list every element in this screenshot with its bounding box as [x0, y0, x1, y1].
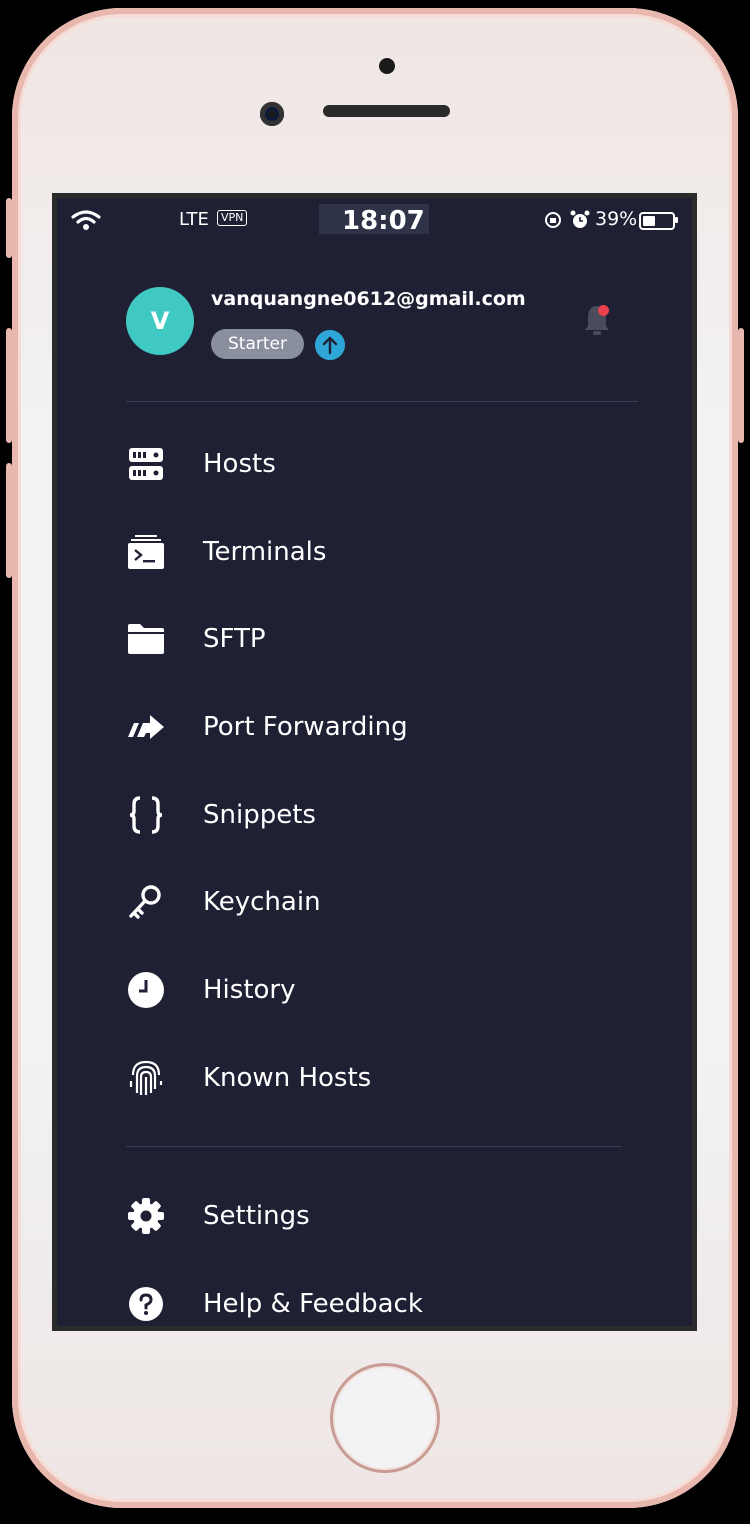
- front-camera: [260, 102, 284, 126]
- avatar[interactable]: V: [126, 287, 194, 355]
- gear-icon: [126, 1196, 166, 1236]
- menu-label-history: History: [203, 975, 296, 1005]
- alarm-icon: [570, 210, 590, 228]
- folder-icon: [126, 619, 166, 659]
- menu-item-hosts[interactable]: Hosts: [126, 434, 646, 494]
- earpiece-speaker: [323, 105, 450, 117]
- header-divider: [126, 401, 638, 402]
- mute-switch: [6, 198, 12, 258]
- menu-label-keychain: Keychain: [203, 887, 321, 917]
- status-time: 18:07: [342, 206, 425, 236]
- menu-label-help-feedback: Help & Feedback: [203, 1289, 423, 1319]
- menu-label-port-forwarding: Port Forwarding: [203, 712, 408, 742]
- menu-item-terminals[interactable]: Terminals: [126, 522, 646, 582]
- menu-item-help-feedback[interactable]: Help & Feedback: [126, 1274, 646, 1326]
- status-bar: LTE VPN 18:07 39%: [57, 198, 692, 240]
- menu-item-sftp[interactable]: SFTP: [126, 609, 646, 669]
- volume-down-button: [6, 463, 12, 578]
- menu-item-history[interactable]: History: [126, 960, 646, 1020]
- upgrade-arrow-icon[interactable]: [315, 330, 345, 360]
- app-screen: LTE VPN 18:07 39% V vanquangne0612@gmail…: [52, 193, 697, 1331]
- braces-icon: [126, 795, 166, 835]
- menu-label-hosts: Hosts: [203, 449, 276, 479]
- wifi-icon: [71, 210, 101, 230]
- menu-item-keychain[interactable]: Keychain: [126, 872, 646, 932]
- hosts-icon: [126, 444, 166, 484]
- battery-icon: [639, 212, 675, 230]
- proximity-sensor: [379, 58, 395, 74]
- key-icon: [126, 882, 166, 922]
- carrier-label: LTE: [179, 209, 209, 230]
- menu-item-port-forwarding[interactable]: Port Forwarding: [126, 697, 646, 757]
- clock-icon: [126, 970, 166, 1010]
- menu-item-known-hosts[interactable]: Known Hosts: [126, 1048, 646, 1108]
- menu-divider: [126, 1146, 622, 1147]
- menu-label-settings: Settings: [203, 1201, 310, 1231]
- terminal-icon: [126, 532, 166, 572]
- vpn-badge: VPN: [217, 210, 248, 226]
- menu-label-terminals: Terminals: [203, 537, 327, 567]
- battery-tip: [675, 217, 678, 223]
- fingerprint-icon: [126, 1058, 166, 1098]
- port-forwarding-icon: [126, 707, 166, 747]
- menu-label-snippets: Snippets: [203, 800, 316, 830]
- menu-item-settings[interactable]: Settings: [126, 1186, 646, 1246]
- plan-badge[interactable]: Starter: [211, 329, 304, 359]
- notification-dot: [598, 305, 609, 316]
- menu-label-known-hosts: Known Hosts: [203, 1063, 372, 1093]
- home-button[interactable]: [330, 1363, 440, 1473]
- help-icon: [126, 1284, 166, 1324]
- rotation-lock-icon: [545, 212, 561, 228]
- account-email: vanquangne0612@gmail.com: [211, 288, 526, 310]
- battery-percentage: 39%: [595, 208, 638, 230]
- power-button: [738, 328, 744, 443]
- volume-up-button: [6, 328, 12, 443]
- menu-item-snippets[interactable]: Snippets: [126, 785, 646, 845]
- menu-label-sftp: SFTP: [203, 624, 266, 654]
